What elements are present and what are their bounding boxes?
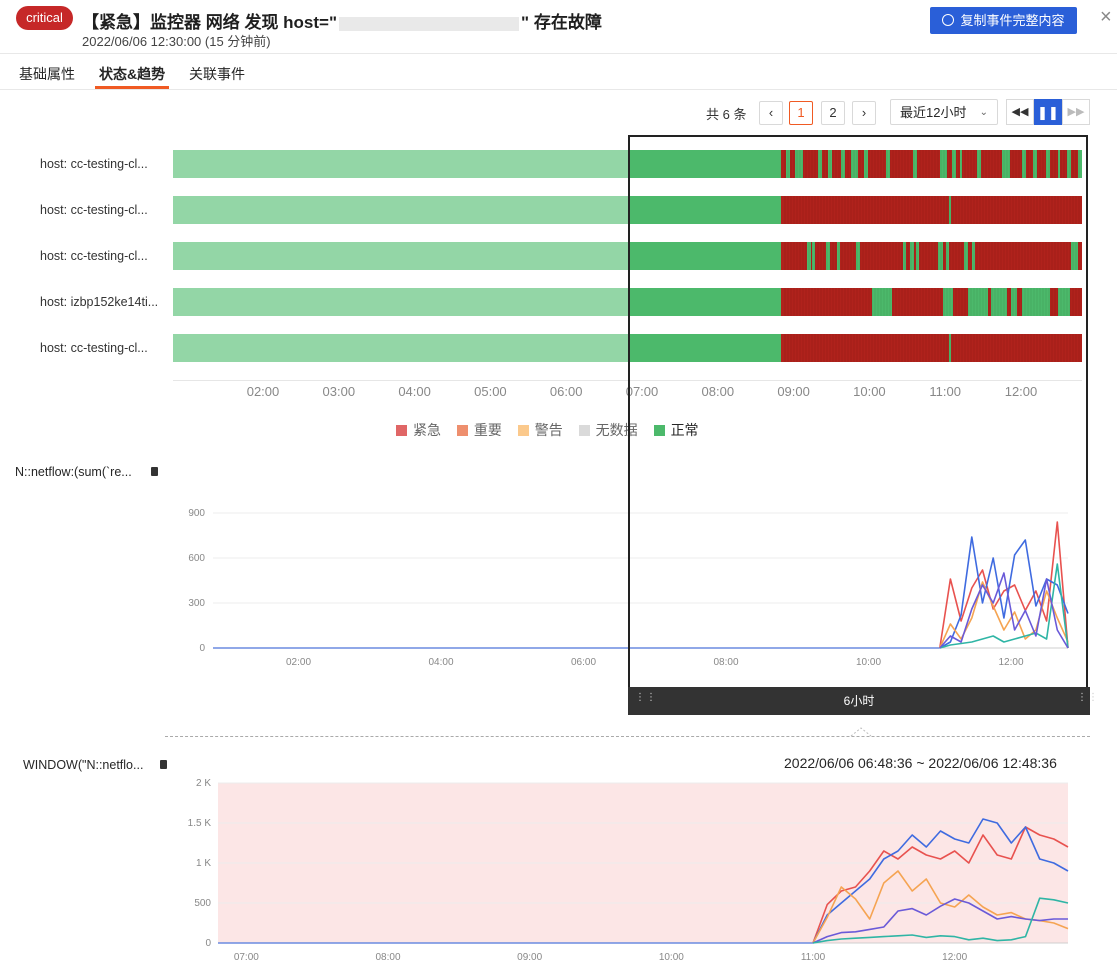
page-1-button[interactable]: 1 [789,101,813,125]
status-normal-segment [173,334,628,362]
status-normal-segment [173,150,628,178]
redacted-host [339,16,520,31]
pause-button[interactable]: ❚❚ [1034,99,1062,125]
x-tick-label: 04:00 [428,657,453,668]
legend-label: 重要 [473,422,502,438]
y-tick-label: 600 [188,553,205,564]
y-tick-label: 900 [188,508,205,519]
legend-swatch [517,425,529,436]
legend-swatch [396,425,407,436]
legend-critical[interactable]: 紧急 [396,422,441,438]
x-tick-label: 10:00 [659,952,684,963]
legend-warning[interactable]: 警告 [517,422,563,438]
status-normal-segment [173,242,628,270]
time-tick-label: 03:00 [322,384,356,399]
x-tick-label: 11:00 [801,952,826,963]
x-tick-label: 06:00 [571,657,596,668]
tab-related-events[interactable]: 关联事件 [189,64,245,84]
legend-swatch [578,425,590,436]
tabs-divider [0,89,1117,90]
y-tick-label: 300 [188,598,205,609]
legend-label: 紧急 [413,422,441,438]
time-range-value: 最近12小时 [900,105,967,120]
time-range-select[interactable]: 最近12小时 ⌄ [890,99,998,125]
x-tick-label: 08:00 [375,952,400,963]
total-count: 共 6 条 [706,107,747,122]
y-tick-label: 0 [199,643,205,654]
copy-icon[interactable] [160,760,167,769]
status-normal-segment [173,196,628,224]
y-tick-label: 1.5 K [188,818,212,829]
y-tick-label: 2 K [196,778,211,789]
header-divider [0,53,1117,54]
page-2-button[interactable]: 2 [821,101,845,125]
x-tick-label: 02:00 [286,657,311,668]
copy-event-button[interactable]: 复制事件完整内容 [930,7,1077,34]
legend-swatch [456,425,468,436]
tab-status-trend[interactable]: 状态&趋势 [99,64,165,84]
chart2-plot: 0 500 1 K 1.5 K 2 K 07:00 08:00 09:00 10:00 11:00… [188,778,1069,963]
event-datetime: 2022/06/06 12:30:00 (15 分钟前) [82,34,271,49]
caret-up-icon [850,727,872,737]
y-tick-label: 0 [205,938,211,949]
chevron-down-icon: ⌄ [979,107,988,118]
chart2-title: WINDOW("N::netflo... [23,758,144,772]
x-tick-label: 09:00 [517,952,542,963]
x-tick-label: 07:00 [234,952,259,963]
title-suffix: " 存在故障 [521,13,602,32]
time-tick-label: 05:00 [474,384,507,399]
copy-icon[interactable] [151,467,158,476]
host-label: host: cc-testing-cl... [40,203,148,217]
tab-basic-attributes[interactable]: 基础属性 [19,64,75,84]
forward-button[interactable]: ▶▶ [1062,99,1090,125]
host-label: host: izbp152ke14ti... [40,295,159,309]
time-tick-label: 02:00 [246,384,280,399]
time-tick-label: 04:00 [398,384,431,399]
section-divider [165,736,1090,737]
drag-handle-left-icon[interactable]: ⋮⋮ [635,693,656,708]
time-tick-label: 06:00 [549,384,583,399]
close-icon[interactable]: × [1100,6,1112,28]
rewind-button[interactable]: ◀◀ [1006,99,1034,125]
host-label: host: cc-testing-cl... [40,157,148,171]
y-tick-label: 500 [194,898,211,909]
host-label: host: cc-testing-cl... [40,341,148,355]
prev-page-button[interactable]: ‹ [759,101,783,125]
severity-badge: critical [16,6,73,30]
time-window-selection[interactable] [628,135,1088,713]
time-window-handle[interactable]: ⋮⋮ 6小时 ⋮⋮ [628,687,1098,715]
copy-event-label: 复制事件完整内容 [960,13,1065,28]
legend-label: 警告 [534,422,563,438]
bulb-icon [942,14,955,26]
page-title: 【紧急】监控器 网络 发现 host=" " 存在故障 [82,8,602,33]
x-tick-label: 12:00 [942,952,967,963]
window-duration-label: 6小时 [843,694,875,708]
title-prefix: 【紧急】监控器 网络 发现 host=" [82,13,338,32]
drag-handle-right-icon[interactable]: ⋮⋮ [1077,693,1098,708]
next-page-button[interactable]: › [852,101,876,125]
legend-major[interactable]: 重要 [456,422,502,438]
y-tick-label: 1 K [196,858,211,869]
host-label: host: cc-testing-cl... [40,249,148,263]
window-range-text: 2022/06/06 06:48:36 ~ 2022/06/06 12:48:3… [784,755,1057,771]
chart1-title: N::netflow:(sum(`re... [15,465,132,479]
status-normal-segment [173,288,628,316]
